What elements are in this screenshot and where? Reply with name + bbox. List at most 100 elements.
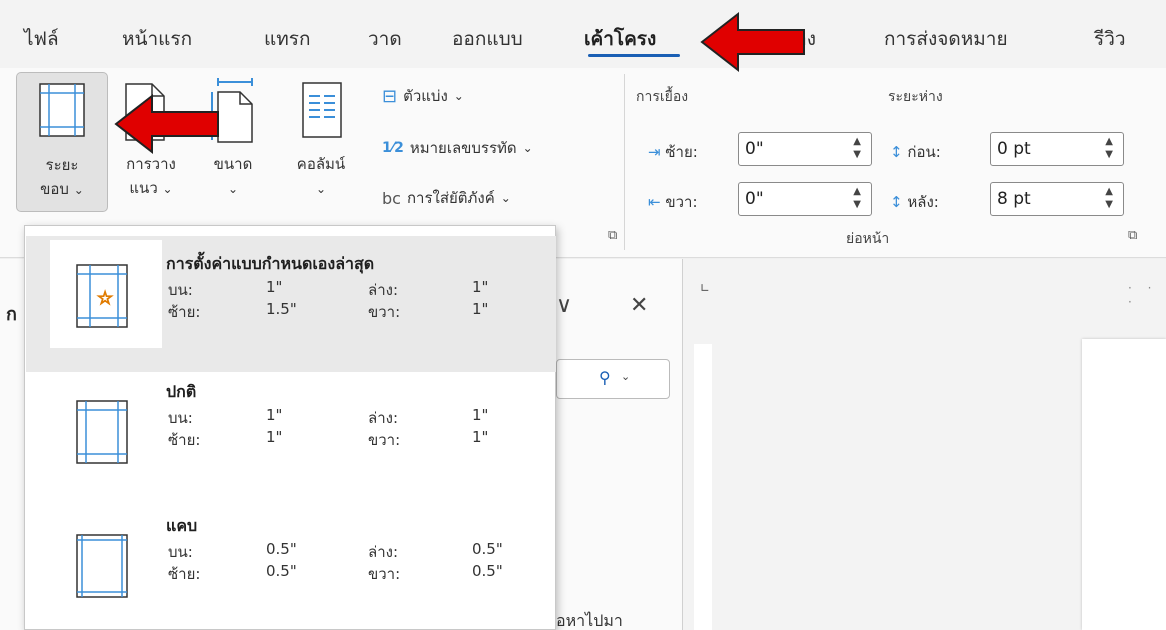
red-arrow-icon [700,11,805,73]
top-label: บน: [168,409,193,427]
size-chevron: ⌄ [194,176,272,201]
search-icon[interactable]: ⚲ [599,368,611,387]
chevron-down-icon: ⌄ [227,182,239,196]
indent-right-icon: ⇤ [648,193,661,211]
breaks-icon: ⊟ [382,85,398,107]
margins-icon [39,83,85,137]
top-label: บน: [168,281,193,299]
margin-option-name: การตั้งค่าแบบกำหนดเองล่าสุด [166,254,375,273]
columns-icon [302,82,342,138]
bottom-value: 0.5" [472,540,503,558]
close-icon[interactable]: ✕ [630,293,648,318]
ruler-corner-icon[interactable]: ∟ [700,281,710,295]
top-value: 1" [266,278,283,296]
breaks-button[interactable]: ⊟ ตัวแบ่ง ⌄ [382,84,464,108]
chevron-down-icon[interactable]: ∨ [556,293,572,318]
spacing-after-input[interactable]: 8 pt ▲ ▼ [990,182,1124,216]
line-numbers-label: หมายเลขบรรทัด [409,139,517,157]
left-value: 1.5" [266,300,297,318]
left-value: 0.5" [266,562,297,580]
pane-divider [682,259,683,630]
right-label: ขวา: [368,431,401,449]
group-separator [624,74,625,250]
spacing-before-input[interactable]: 0 pt ▲ ▼ [990,132,1124,166]
line-numbers-icon: 1⁄2 [382,140,404,156]
columns-label: คอลัมน์ [296,155,346,173]
margins-dropdown: ☆ การตั้งค่าแบบกำหนดเองล่าสุด บน: 1" ล่า… [24,225,556,630]
bottom-value: 1" [472,278,489,296]
tab-review[interactable]: รีวิว [1094,24,1126,54]
left-label: ซ้าย: [168,565,201,583]
columns-button[interactable]: คอลัมน์ ⌄ [276,72,366,212]
chevron-down-icon: ⌄ [73,183,84,197]
pane-search-box[interactable]: ⚲ ⌄ [556,359,670,399]
hyphenation-icon: bc [382,188,401,208]
margin-option-normal[interactable]: ปกติ บน: 1" ล่าง: 1" ซ้าย: 1" ขวา: 1" [26,372,556,508]
margin-option-narrow[interactable]: แคบ บน: 0.5" ล่าง: 0.5" ซ้าย: 0.5" ขวา: … [26,506,556,630]
chevron-down-icon: ⌄ [315,182,327,196]
hyphenation-button[interactable]: bc การใส่ยัติภังค์ ⌄ [382,186,511,210]
margin-option-name: ปกติ [166,382,197,401]
tab-mailings[interactable]: การส่งจดหมาย [884,24,1008,54]
tab-draw[interactable]: วาด [368,24,402,54]
pane-text-fragment: อหาไปมา [556,611,623,630]
indent-left-icon: ⇥ [648,143,661,161]
tab-design[interactable]: ออกแบบ [452,24,523,54]
spacing-title: ระยะห่าง [888,89,943,105]
line-numbers-button[interactable]: 1⁄2 หมายเลขบรรทัด ⌄ [382,136,533,160]
paragraph-launcher-icon[interactable]: ⧉ [1128,228,1137,243]
spacing-before-label: ↕ ก่อน: [890,143,941,161]
tab-insert[interactable]: แทรก [264,24,310,54]
word-window: ไฟล์ หน้าแรก แทรก วาด ออกแบบ เค้าโครง อ้… [0,0,1166,630]
right-label: ขวา: [368,303,401,321]
orientation-label-2: แนว ⌄ [129,179,173,197]
horizontal-ruler: · · · [1128,281,1158,309]
indent-title: การเยื้อง [636,89,689,105]
margins-button[interactable]: ระยะ ขอบ ⌄ [16,72,108,212]
vertical-ruler [694,344,712,630]
right-value: 1" [472,428,489,446]
right-value: 0.5" [472,562,503,580]
chevron-down-icon: ⌄ [500,191,511,205]
indent-right-input[interactable]: 0" ▲ ▼ [738,182,872,216]
paragraph-group-label: ย่อหน้า [846,231,890,247]
top-label: บน: [168,543,193,561]
chevron-down-icon[interactable]: ⌄ [621,370,630,383]
top-value: 0.5" [266,540,297,558]
right-label: ขวา: [368,565,401,583]
left-label: ซ้าย: [168,431,201,449]
tab-file[interactable]: ไฟล์ [24,24,59,54]
spin-arrows-icon[interactable]: ▲ ▼ [1105,185,1113,211]
bottom-label: ล่าง: [368,409,398,427]
indent-left-input[interactable]: 0" ▲ ▼ [738,132,872,166]
tab-home[interactable]: หน้าแรก [122,24,192,54]
spacing-after-icon: ↕ [890,193,903,211]
spacing-before-icon: ↕ [890,143,903,161]
top-value: 1" [266,406,283,424]
chevron-down-icon: ⌄ [162,182,173,196]
star-icon: ☆ [97,288,113,309]
hyphenation-label: การใส่ยัติภังค์ [406,189,495,207]
page-setup-launcher-icon[interactable]: ⧉ [608,228,617,243]
red-arrow-icon [114,93,219,155]
margin-thumbnail [50,376,162,484]
margin-option-last-custom[interactable]: ☆ การตั้งค่าแบบกำหนดเองล่าสุด บน: 1" ล่า… [26,236,556,372]
indent-left-label: ⇥ ซ้าย: [648,143,698,161]
margin-option-name: แคบ [166,516,198,535]
right-value: 1" [472,300,489,318]
document-page[interactable] [1082,339,1166,630]
spin-arrows-icon[interactable]: ▲ ▼ [853,135,861,161]
bottom-value: 1" [472,406,489,424]
pane-edge-text: ก [6,304,17,325]
tab-layout[interactable]: เค้าโครง [584,24,656,54]
spin-arrows-icon[interactable]: ▲ ▼ [853,185,861,211]
margins-label-2: ขอบ ⌄ [40,180,84,198]
indent-right-label: ⇤ ขวา: [648,193,698,211]
left-value: 1" [266,428,283,446]
bottom-label: ล่าง: [368,543,398,561]
chevron-down-icon: ⌄ [522,141,533,155]
margin-thumbnail: ☆ [50,240,162,348]
spin-arrows-icon[interactable]: ▲ ▼ [1105,135,1113,161]
left-label: ซ้าย: [168,303,201,321]
chevron-down-icon: ⌄ [453,89,464,103]
